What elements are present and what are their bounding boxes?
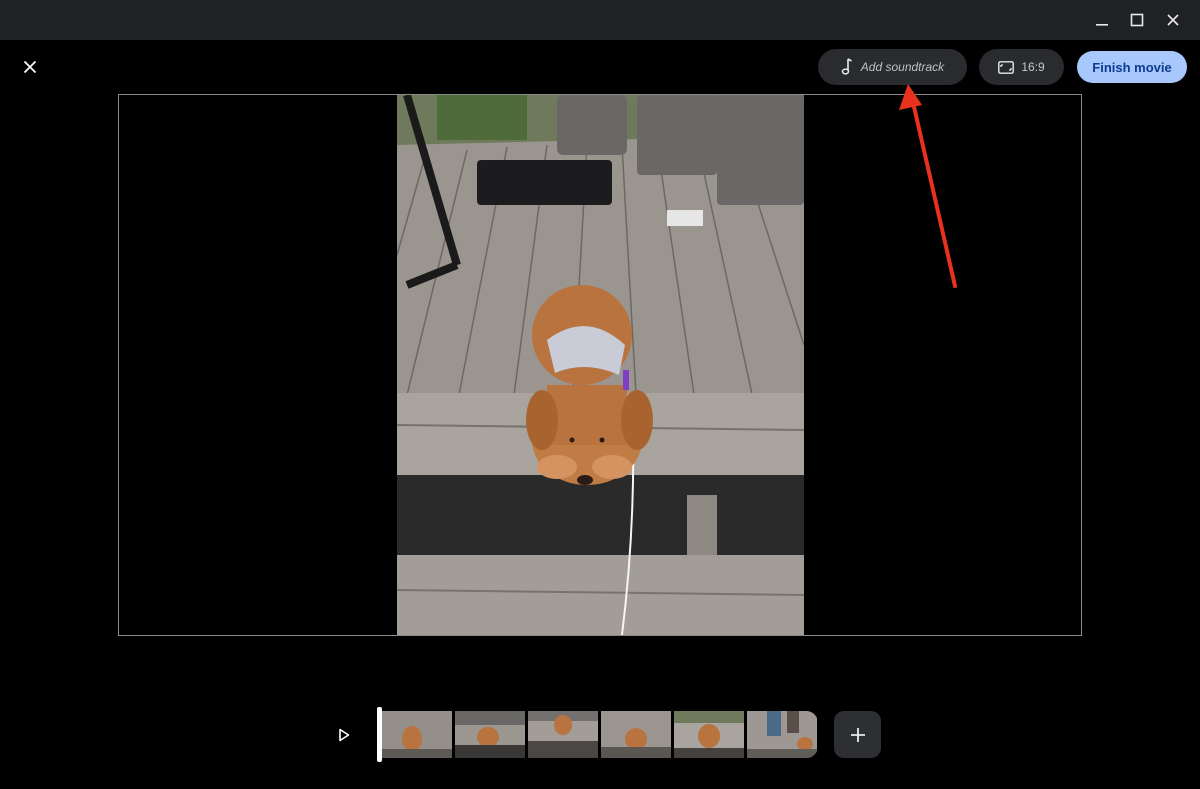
clip-thumbnail[interactable] — [674, 711, 744, 758]
play-icon — [339, 728, 350, 742]
add-soundtrack-label: Add soundtrack — [860, 60, 945, 74]
preview-photo — [397, 95, 804, 635]
plus-icon — [850, 727, 865, 742]
finish-movie-button[interactable]: Finish movie — [1077, 51, 1187, 83]
minimize-icon — [1096, 24, 1108, 26]
aspect-ratio-icon — [998, 60, 1015, 74]
clip-thumbnail[interactable] — [455, 711, 525, 758]
clip-thumbnail[interactable] — [528, 711, 598, 758]
window-close-button[interactable] — [1155, 0, 1191, 40]
maximize-icon — [1130, 13, 1144, 27]
window-titlebar — [0, 0, 1200, 40]
timeline-strip[interactable] — [382, 711, 818, 758]
clip-thumbnail[interactable] — [382, 711, 452, 758]
close-editor-button[interactable] — [14, 51, 46, 83]
clip-thumbnail[interactable] — [747, 711, 817, 758]
close-icon — [1167, 14, 1179, 26]
minimize-button[interactable] — [1084, 0, 1120, 40]
close-icon — [23, 60, 37, 74]
aspect-ratio-button[interactable]: 16:9 — [979, 49, 1064, 85]
play-button[interactable] — [330, 721, 358, 749]
aspect-ratio-label: 16:9 — [1021, 60, 1045, 74]
video-preview — [118, 94, 1082, 636]
add-media-button[interactable] — [834, 711, 881, 758]
add-soundtrack-button[interactable]: Add soundtrack — [818, 49, 967, 85]
clip-thumbnail[interactable] — [601, 711, 671, 758]
maximize-button[interactable] — [1119, 0, 1155, 40]
music-note-icon — [841, 58, 852, 75]
